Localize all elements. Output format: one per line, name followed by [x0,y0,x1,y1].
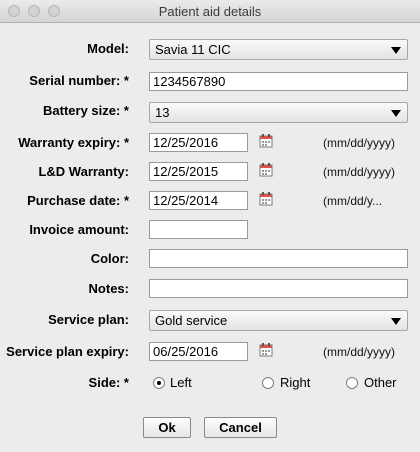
side-label: Side: * [88,375,129,390]
calendar-icon[interactable] [259,343,273,357]
ok-button[interactable]: Ok [143,417,191,438]
model-value: Savia 11 CIC [155,42,231,57]
side-right-label[interactable]: Right [280,375,310,391]
purchase-date-value: 12/25/2014 [153,193,219,208]
ld-warranty-field[interactable]: 12/25/2015 [149,162,248,181]
side-other-radio[interactable] [346,377,358,389]
side-other-label[interactable]: Other [364,375,397,391]
chevron-down-icon [391,110,401,117]
service-plan-expiry-value: 06/25/2016 [153,344,219,359]
purchase-date-hint: (mm/dd/y... [323,194,383,208]
title-bar: Patient aid details [0,0,420,23]
serial-number-field[interactable]: 1234567890 [149,72,408,91]
service-plan-expiry-label: Service plan expiry: [6,344,129,359]
color-field[interactable] [149,249,408,268]
invoice-amount-field[interactable] [149,220,248,239]
chevron-down-icon [391,47,401,54]
ld-warranty-hint: (mm/dd/yyyy) [323,165,395,179]
battery-size-dropdown[interactable]: 13 [149,102,408,123]
service-plan-value: Gold service [155,313,228,328]
service-plan-dropdown[interactable]: Gold service [149,310,408,331]
warranty-expiry-hint: (mm/dd/yyyy) [323,136,395,150]
calendar-icon[interactable] [259,134,273,148]
model-dropdown[interactable]: Savia 11 CIC [149,39,408,60]
invoice-amount-label: Invoice amount: [29,222,129,237]
purchase-date-label: Purchase date: * [27,193,129,208]
service-plan-expiry-field[interactable]: 06/25/2016 [149,342,248,361]
window-title: Patient aid details [158,4,262,19]
service-plan-expiry-hint: (mm/dd/yyyy) [323,345,395,359]
service-plan-label: Service plan: [48,312,129,327]
side-left-radio[interactable] [153,377,165,389]
notes-label: Notes: [88,281,129,296]
serial-number-label: Serial number: * [29,73,129,88]
ld-warranty-value: 12/25/2015 [153,164,219,179]
warranty-expiry-field[interactable]: 12/25/2016 [149,133,248,152]
calendar-icon[interactable] [259,163,273,177]
warranty-expiry-label: Warranty expiry: * [18,135,129,150]
color-label: Color: [90,251,129,266]
battery-size-value: 13 [155,105,170,120]
serial-number-value: 1234567890 [153,74,226,89]
ld-warranty-label: L&D Warranty: [38,164,129,179]
notes-field[interactable] [149,279,408,298]
calendar-icon[interactable] [259,192,273,206]
side-left-label[interactable]: Left [170,375,192,391]
cancel-button[interactable]: Cancel [204,417,277,438]
warranty-expiry-value: 12/25/2016 [153,135,219,150]
purchase-date-field[interactable]: 12/25/2014 [149,191,248,210]
chevron-down-icon [391,318,401,325]
battery-size-label: Battery size: * [43,103,129,118]
side-right-radio[interactable] [262,377,274,389]
model-label: Model: [87,41,129,56]
